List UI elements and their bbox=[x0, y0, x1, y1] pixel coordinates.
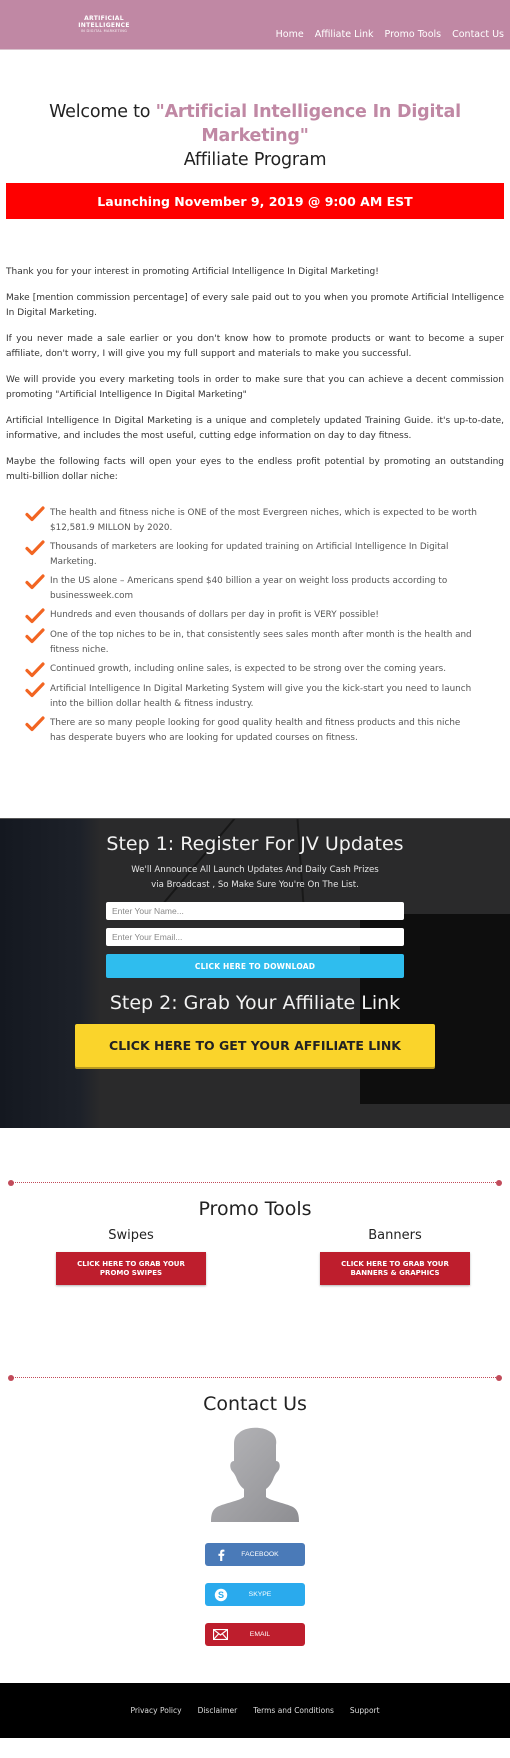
fact-list-item: There are so many people looking for goo… bbox=[25, 716, 485, 746]
grab-banners-button[interactable]: CLICK HERE TO GRAB YOUR BANNERS & GRAPHI… bbox=[320, 1252, 470, 1285]
checkmark-icon bbox=[25, 628, 45, 644]
fact-list-item: Hundreds and even thousands of dollars p… bbox=[25, 608, 485, 624]
launch-date-banner: Launching November 9, 2019 @ 9:00 AM EST bbox=[6, 183, 504, 219]
grab-promo-swipes-button[interactable]: CLICK HERE TO GRAB YOUR PROMO SWIPES bbox=[56, 1252, 206, 1285]
promo-tools-section: Promo Tools Swipes CLICK HERE TO GRAB YO… bbox=[0, 1196, 510, 1285]
intro-paragraph: Maybe the following facts will open your… bbox=[6, 457, 504, 482]
divider-dot bbox=[8, 1374, 14, 1381]
welcome-section: Welcome to "Artificial Intelligence In D… bbox=[0, 50, 510, 219]
promo-columns: Swipes CLICK HERE TO GRAB YOUR PROMO SWI… bbox=[0, 1228, 510, 1285]
fact-list-item: The health and fitness niche is ONE of t… bbox=[25, 506, 485, 536]
divider-dot bbox=[8, 1179, 14, 1186]
main-nav: Home Affiliate Link Promo Tools Contact … bbox=[276, 29, 504, 40]
intro-paragraph: Make [mention commission percentage] of … bbox=[6, 293, 504, 318]
site-header: ARTIFICIAL INTELLIGENCE IN DIGITAL MARKE… bbox=[0, 0, 510, 50]
divider-dot bbox=[496, 1374, 502, 1381]
step2-title: Step 2: Grab Your Affiliate Link bbox=[109, 992, 401, 1014]
fact-text: Hundreds and even thousands of dollars p… bbox=[50, 610, 379, 620]
step1-subtitle-line: via Broadcast , So Make Sure You're On T… bbox=[151, 880, 359, 890]
swipes-heading: Swipes bbox=[108, 1228, 154, 1243]
person-silhouette-icon bbox=[211, 1427, 299, 1522]
contact-title: Contact Us bbox=[203, 1393, 307, 1415]
section-divider bbox=[8, 1178, 502, 1188]
section-divider bbox=[8, 1373, 502, 1383]
get-affiliate-link-button[interactable]: CLICK HERE TO GET YOUR AFFILIATE LINK bbox=[75, 1024, 435, 1067]
fact-list-item: Thousands of marketers are looking for u… bbox=[25, 540, 485, 570]
checkmark-icon bbox=[25, 662, 45, 678]
fact-text: Thousands of marketers are looking for u… bbox=[50, 542, 449, 567]
contact-section: Contact Us FACEBOOK S SKYPE EMAIL bbox=[0, 1391, 510, 1646]
banners-column: Banners CLICK HERE TO GRAB YOUR BANNERS … bbox=[320, 1228, 470, 1285]
footer-terms[interactable]: Terms and Conditions bbox=[253, 1706, 334, 1715]
checkmark-icon bbox=[25, 574, 45, 590]
name-input[interactable] bbox=[106, 902, 404, 920]
divider-line bbox=[12, 1182, 498, 1183]
skype-icon: S bbox=[213, 1587, 228, 1602]
intro-paragraph: If you never made a sale earlier or you … bbox=[6, 334, 504, 359]
fact-text: The health and fitness niche is ONE of t… bbox=[50, 508, 477, 533]
fact-text: One of the top niches to be in, that con… bbox=[50, 630, 472, 655]
email-input[interactable] bbox=[106, 928, 404, 946]
fact-list-item: In the US alone – Americans spend $40 bi… bbox=[25, 574, 485, 604]
checkmark-icon bbox=[25, 506, 45, 522]
checkmark-icon bbox=[25, 716, 45, 732]
site-logo[interactable]: ARTIFICIAL INTELLIGENCE IN DIGITAL MARKE… bbox=[78, 13, 130, 35]
logo-line-1: ARTIFICIAL bbox=[84, 14, 124, 22]
fact-list-item: One of the top niches to be in, that con… bbox=[25, 628, 485, 658]
jv-content: Step 1: Register For JV Updates We'll An… bbox=[0, 819, 510, 1067]
logo-line-3: IN DIGITAL MARKETING bbox=[80, 28, 128, 33]
facebook-button[interactable]: FACEBOOK bbox=[205, 1543, 305, 1566]
intro-paragraph: We will provide you every marketing tool… bbox=[6, 375, 504, 400]
facebook-icon bbox=[213, 1547, 228, 1562]
footer-privacy-policy[interactable]: Privacy Policy bbox=[130, 1706, 181, 1715]
jv-signup-form: CLICK HERE TO DOWNLOAD bbox=[106, 902, 404, 978]
nav-home[interactable]: Home bbox=[276, 29, 304, 40]
logo-line-2: INTELLIGENCE bbox=[78, 21, 130, 29]
intro-paragraph: Artificial Intelligence In Digital Marke… bbox=[6, 416, 504, 441]
step1-subtitle: We'll Announce All Launch Updates And Da… bbox=[0, 863, 510, 893]
divider-line bbox=[12, 1377, 498, 1378]
download-button[interactable]: CLICK HERE TO DOWNLOAD bbox=[106, 954, 404, 978]
swipes-column: Swipes CLICK HERE TO GRAB YOUR PROMO SWI… bbox=[56, 1228, 206, 1285]
title-prefix: Welcome to bbox=[49, 102, 156, 122]
title-product-name: "Artificial Intelligence In Digital Mark… bbox=[155, 102, 461, 146]
fact-text: In the US alone – Americans spend $40 bi… bbox=[50, 576, 448, 601]
page-title: Welcome to "Artificial Intelligence In D… bbox=[0, 100, 510, 172]
fact-list-item: Artificial Intelligence In Digital Marke… bbox=[25, 682, 485, 712]
promo-tools-title: Promo Tools bbox=[198, 1198, 312, 1220]
envelope-icon bbox=[213, 1627, 228, 1642]
step1-subtitle-line: We'll Announce All Launch Updates And Da… bbox=[131, 865, 379, 875]
intro-paragraph: Thank you for your interest in promoting… bbox=[6, 267, 379, 277]
checkmark-icon bbox=[25, 540, 45, 556]
checkmark-icon bbox=[25, 682, 45, 698]
nav-promo-tools[interactable]: Promo Tools bbox=[385, 29, 442, 40]
fact-text: There are so many people looking for goo… bbox=[50, 718, 461, 743]
step1-title: Step 1: Register For JV Updates bbox=[106, 833, 404, 855]
footer-support[interactable]: Support bbox=[350, 1706, 380, 1715]
title-suffix: Affiliate Program bbox=[183, 150, 327, 170]
svg-text:S: S bbox=[217, 1590, 223, 1600]
checkmark-icon bbox=[25, 608, 45, 624]
jv-signup-section: Step 1: Register For JV Updates We'll An… bbox=[0, 818, 510, 1128]
intro-section: Thank you for your interest in promoting… bbox=[0, 219, 510, 485]
site-footer: Privacy Policy Disclaimer Terms and Cond… bbox=[0, 1683, 510, 1738]
fact-list-item: Continued growth, including online sales… bbox=[25, 662, 485, 678]
footer-disclaimer[interactable]: Disclaimer bbox=[198, 1706, 238, 1715]
nav-affiliate-link[interactable]: Affiliate Link bbox=[315, 29, 374, 40]
facts-list: The health and fitness niche is ONE of t… bbox=[0, 496, 485, 746]
divider-dot bbox=[496, 1179, 502, 1186]
fact-text: Continued growth, including online sales… bbox=[50, 664, 447, 674]
skype-button[interactable]: S SKYPE bbox=[205, 1583, 305, 1606]
fact-text: Artificial Intelligence In Digital Marke… bbox=[50, 684, 472, 709]
nav-contact-us[interactable]: Contact Us bbox=[452, 29, 504, 40]
banners-heading: Banners bbox=[368, 1228, 422, 1243]
email-button[interactable]: EMAIL bbox=[205, 1623, 305, 1646]
